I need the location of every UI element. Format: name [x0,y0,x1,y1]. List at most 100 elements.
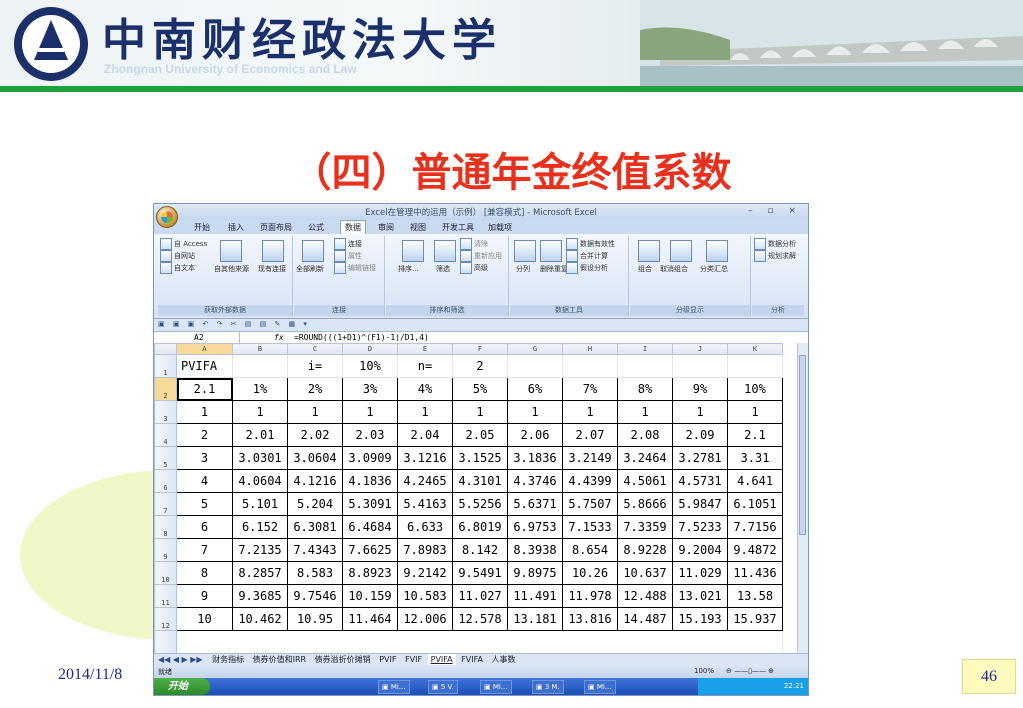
cell[interactable]: 11.029 [672,561,728,585]
sheet-tab[interactable]: 财务指标 [209,654,247,665]
cell[interactable]: 3.1525 [452,446,508,470]
cell[interactable]: 6.633 [397,515,453,539]
zoom-level[interactable]: 100% [694,667,714,675]
cell[interactable]: 10.95 [287,607,343,631]
row-header[interactable] [154,630,177,654]
cell[interactable]: 1 [507,400,563,424]
cell[interactable]: 2.05 [452,423,508,447]
cell[interactable]: 1 [562,400,618,424]
cell[interactable]: 8.9228 [617,538,673,562]
from-text-button[interactable]: 自文本 [160,262,195,274]
cell[interactable]: 11.978 [562,584,618,608]
cell[interactable]: 8.142 [452,538,508,562]
cell[interactable]: 6.4684 [342,515,398,539]
reapply-button[interactable]: 重新应用 [460,250,502,262]
cell[interactable]: 1 [727,400,783,424]
cell[interactable]: 2.09 [672,423,728,447]
cell[interactable]: 7.7156 [727,515,783,539]
cell[interactable]: 5.4163 [397,492,453,516]
taskbar-item[interactable]: ▣ Mi... [584,680,616,694]
vertical-scrollbar[interactable] [797,343,808,653]
cell[interactable] [672,354,728,378]
start-button[interactable]: 开始 [154,678,210,695]
tab-data[interactable]: 数据 [340,220,366,234]
from-web-button[interactable]: 自网站 [160,250,195,262]
cell[interactable]: 2 [452,354,508,378]
column-header[interactable]: D [342,343,398,355]
row-header[interactable]: 8 [154,515,177,539]
cell[interactable]: 1 [452,400,508,424]
cell[interactable]: 8.3938 [507,538,563,562]
edit-links-button[interactable]: 编辑链接 [334,262,376,274]
sheet-tab[interactable]: FVIF [402,654,425,665]
taskbar-item[interactable]: ▣ Mi... [378,680,410,694]
solver-button[interactable]: 规划求解 [754,250,796,262]
cell[interactable]: 2.03 [342,423,398,447]
connections-button[interactable]: 连接 [334,238,362,250]
row-header[interactable]: 10 [154,561,177,585]
row-header[interactable]: 2 [154,377,177,401]
column-header[interactable]: K [727,343,783,355]
cell[interactable]: 9% [672,377,728,401]
cell[interactable]: 1 [287,400,343,424]
cell[interactable]: 3.2464 [617,446,673,470]
column-header[interactable]: C [287,343,343,355]
sheet-tab[interactable]: 债券溢折价摊销 [312,654,374,665]
cell[interactable]: 2 [176,423,233,447]
cell[interactable]: 3.0604 [287,446,343,470]
active-cell[interactable]: 2.1 [176,377,233,401]
cell[interactable]: 2.1 [727,423,783,447]
select-all-corner[interactable] [154,343,177,355]
cell[interactable]: 6.8019 [452,515,508,539]
cell[interactable]: 5 [176,492,233,516]
cell[interactable]: 11.436 [727,561,783,585]
data-analysis-button[interactable]: 数据分析 [754,238,796,250]
cell[interactable]: 6% [507,377,563,401]
cell[interactable]: 3.0909 [342,446,398,470]
cell[interactable]: 4.5061 [617,469,673,493]
cell[interactable]: 7% [562,377,618,401]
sort-button[interactable]: 排序... [398,264,419,274]
column-header[interactable]: F [452,343,508,355]
cell[interactable]: 3 [176,446,233,470]
office-button[interactable] [156,206,178,228]
cell[interactable]: 14.487 [617,607,673,631]
cell[interactable] [562,354,618,378]
tab-formulas[interactable]: 公式 [308,222,324,233]
row-header[interactable]: 4 [154,423,177,447]
cell[interactable] [617,354,673,378]
cell[interactable]: 6.3081 [287,515,343,539]
column-header[interactable]: H [562,343,618,355]
cell[interactable]: 15.937 [727,607,783,631]
cell[interactable]: 1 [672,400,728,424]
zoom-slider[interactable]: ⊖ ——▯—— ⊕ [726,667,774,675]
cell[interactable]: 10.462 [232,607,288,631]
cell[interactable]: 8% [617,377,673,401]
cell[interactable]: 1 [617,400,673,424]
cell[interactable]: 1 [397,400,453,424]
cell[interactable]: 9.2142 [397,561,453,585]
cell[interactable]: 7.2135 [232,538,288,562]
row-header[interactable]: 3 [154,400,177,424]
from-access-button[interactable]: 自 Access [160,238,207,250]
cell[interactable]: 10.583 [397,584,453,608]
cell[interactable]: 4.1836 [342,469,398,493]
cell[interactable]: 5.5256 [452,492,508,516]
cell[interactable]: 13.816 [562,607,618,631]
cell[interactable]: 4.1216 [287,469,343,493]
tab-page-layout[interactable]: 页面布局 [260,222,292,233]
cell[interactable]: 10.637 [617,561,673,585]
cell[interactable]: 6 [176,515,233,539]
column-header[interactable]: J [672,343,728,355]
cell[interactable] [727,354,783,378]
cell[interactable]: 3.2781 [672,446,728,470]
cell[interactable]: 4.0604 [232,469,288,493]
cell[interactable]: 9.2004 [672,538,728,562]
cell[interactable]: 3% [342,377,398,401]
cell[interactable]: 1 [176,400,233,424]
cell[interactable]: 7.3359 [617,515,673,539]
cell[interactable]: 10% [342,354,398,378]
cell[interactable]: 4.3101 [452,469,508,493]
row-header[interactable]: 11 [154,584,177,608]
cell[interactable]: 5.3091 [342,492,398,516]
